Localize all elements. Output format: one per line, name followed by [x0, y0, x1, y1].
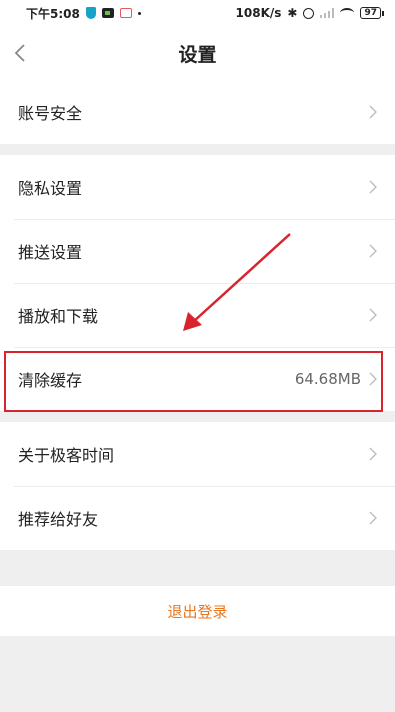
status-left: 下午5:08 [26, 5, 141, 22]
settings-item-recommend[interactable]: 推荐给好友 [0, 486, 395, 550]
cache-size-value: 64.68MB [294, 370, 361, 388]
logout-button[interactable]: 退出登录 [0, 586, 395, 636]
logout-label: 退出登录 [167, 602, 228, 621]
bluetooth-icon: ✱ [287, 6, 298, 20]
settings-item-clear-cache[interactable]: 清除缓存 64.68MB [0, 347, 395, 411]
battery-icon: 97 [360, 7, 384, 19]
chevron-right-icon [369, 447, 377, 461]
back-arrow-icon [14, 44, 25, 62]
chevron-right-icon [369, 105, 377, 119]
network-speed: 108K/s [235, 6, 282, 20]
settings-item-label: 播放和下载 [18, 307, 99, 326]
shield-icon [85, 7, 96, 19]
settings-item-label: 关于极客时间 [18, 446, 115, 465]
settings-item-account-security[interactable]: 账号安全 [0, 80, 395, 144]
settings-item-label: 隐私设置 [18, 179, 83, 198]
back-button[interactable] [8, 40, 32, 66]
settings-item-label: 推送设置 [18, 243, 83, 262]
more-notifications-icon [137, 11, 141, 15]
wifi-icon [340, 8, 355, 18]
chevron-right-icon [369, 244, 377, 258]
chevron-right-icon [369, 372, 377, 386]
status-time: 下午5:08 [26, 6, 80, 21]
settings-item-push[interactable]: 推送设置 [0, 219, 395, 283]
signal-icon [320, 8, 335, 18]
status-right: 108K/s ✱ 97 [235, 6, 384, 20]
settings-item-playback-download[interactable]: 播放和下载 [0, 283, 395, 347]
chevron-right-icon [369, 308, 377, 322]
alarm-icon [303, 7, 315, 19]
app-notification-icon [101, 8, 114, 18]
settings-group-account: 账号安全 [0, 80, 395, 144]
settings-group-about: 关于极客时间 推荐给好友 [0, 422, 395, 550]
chevron-right-icon [369, 511, 377, 525]
settings-item-label: 推荐给好友 [18, 510, 99, 529]
settings-item-about[interactable]: 关于极客时间 [0, 422, 395, 486]
settings-item-label: 账号安全 [18, 104, 83, 123]
header: 设置 [0, 26, 395, 80]
status-bar: 下午5:08 108K/s ✱ 97 [0, 0, 395, 26]
chevron-right-icon [369, 180, 377, 194]
settings-item-privacy[interactable]: 隐私设置 [0, 155, 395, 219]
settings-group-general: 隐私设置 推送设置 播放和下载 清除缓存 64.68MB [0, 155, 395, 411]
settings-item-label: 清除缓存 [18, 371, 83, 390]
page-title: 设置 [178, 43, 217, 66]
mail-notification-icon [119, 8, 132, 18]
